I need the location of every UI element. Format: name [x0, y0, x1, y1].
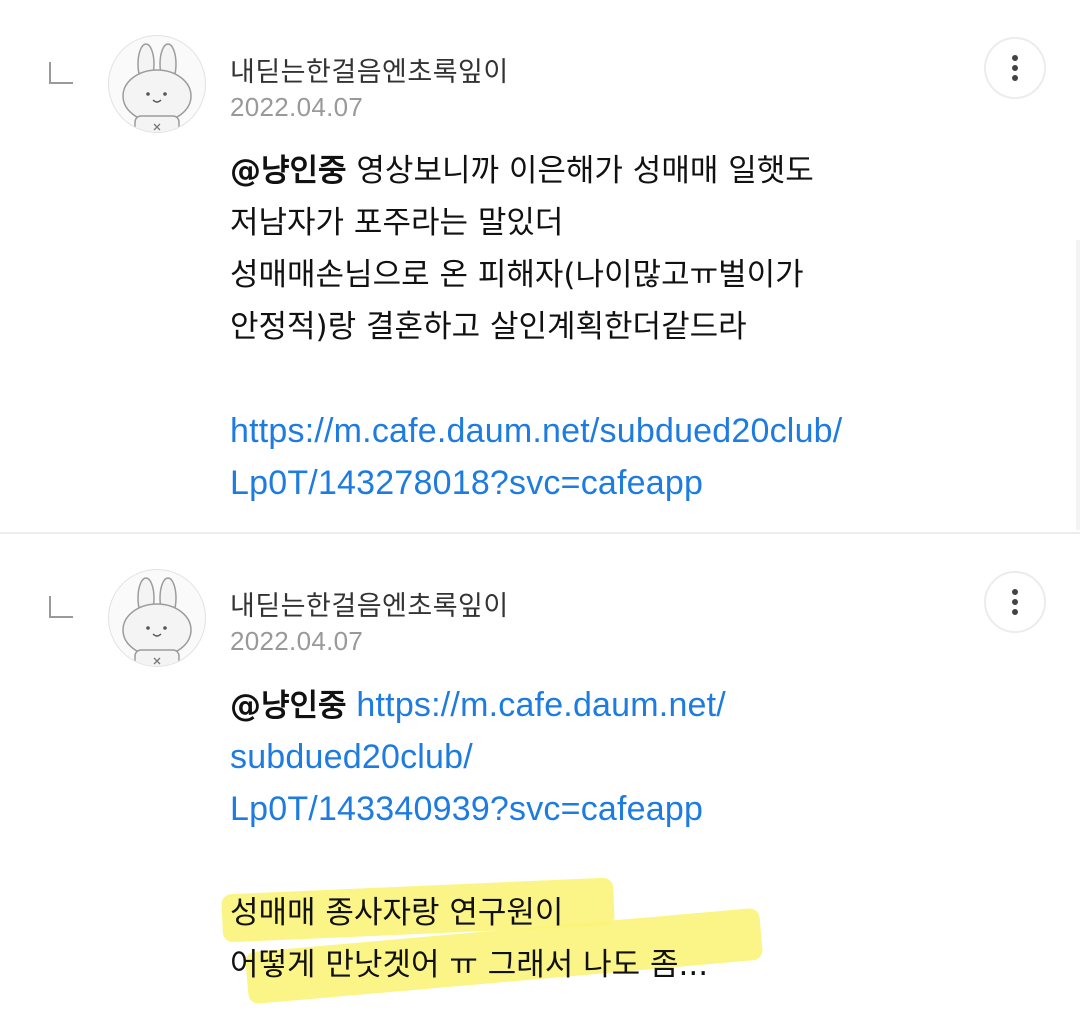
comment-line: 저남자가 포주라는 말있더 — [230, 205, 564, 241]
cafe-link[interactable]: https://m.cafe.daum.net/ — [356, 686, 726, 724]
rabbit-avatar-icon — [122, 43, 192, 132]
comment-line: 어떻게 만낫겟어 ㅠ 그래서 나도 좀... — [230, 947, 709, 983]
more-options-button[interactable] — [984, 571, 1046, 633]
avatar[interactable] — [108, 569, 206, 667]
reply-icon — [49, 62, 73, 84]
reply-comment-1: 내딛는한걸음엔초록잎이 2022.04.07 @냥인중 영상보니까 이은해가 성… — [0, 0, 1080, 532]
reply-icon — [49, 596, 73, 618]
more-vertical-icon — [1012, 55, 1018, 81]
cafe-link[interactable]: https://m.cafe.daum.net/subdued20club/ — [230, 412, 842, 450]
comment-body: @냥인중 https://m.cafe.daum.net/ subdued20c… — [230, 679, 950, 991]
comment-date: 2022.04.07 — [230, 92, 364, 122]
avatar[interactable] — [108, 35, 206, 133]
comment-line: 성매매손님으로 온 피해자(나이많고ㅠ벌이가 — [230, 257, 804, 293]
rabbit-avatar-icon — [122, 577, 192, 666]
comment-body: @냥인중 영상보니까 이은해가 성매매 일햇도 저남자가 포주라는 말있더 성매… — [230, 145, 950, 509]
comment-line: @냥인중 https://m.cafe.daum.net/ — [230, 679, 950, 731]
cafe-link[interactable]: Lp0T/143340939?svc=cafeapp — [230, 790, 703, 828]
cafe-link[interactable]: Lp0T/143278018?svc=cafeapp — [230, 464, 703, 502]
mention-link[interactable]: @냥인중 — [230, 688, 347, 724]
comment-date: 2022.04.07 — [230, 626, 364, 656]
comment-line: @냥인중 영상보니까 이은해가 성매매 일햇도 — [230, 145, 950, 197]
nickname[interactable]: 내딛는한걸음엔초록잎이 — [230, 50, 509, 89]
nickname[interactable]: 내딛는한걸음엔초록잎이 — [230, 584, 509, 623]
more-vertical-icon — [1012, 589, 1018, 615]
mention-link[interactable]: @냥인중 — [230, 153, 347, 189]
comment-text: 영상보니까 이은해가 성매매 일햇도 — [346, 153, 814, 189]
cafe-link[interactable]: subdued20club/ — [230, 738, 473, 776]
comment-line: 성매매 종사자랑 연구원이 — [230, 895, 564, 931]
more-options-button[interactable] — [984, 37, 1046, 99]
comment-line: 안정적)랑 결혼하고 살인계획한더같드라 — [230, 309, 747, 345]
